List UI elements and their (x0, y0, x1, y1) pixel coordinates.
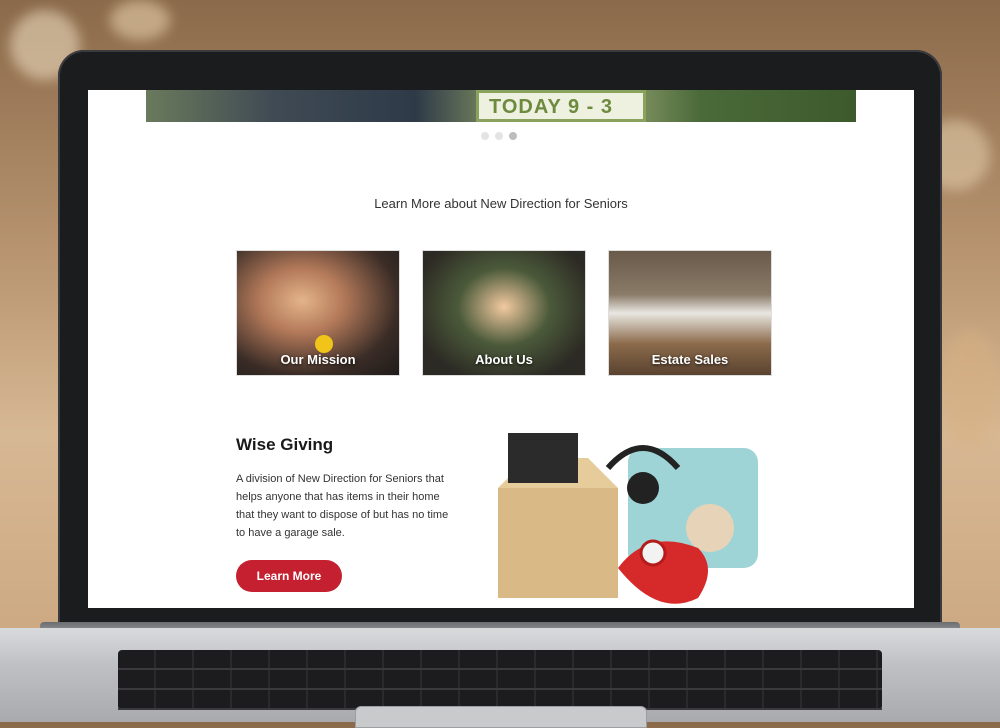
keyboard (118, 650, 882, 710)
wise-giving-description: A division of New Direction for Seniors … (236, 473, 449, 539)
telephone-dial-icon (639, 539, 667, 567)
background-light (940, 330, 1000, 450)
photo-frame-icon (508, 433, 578, 483)
card-label: Our Mission (280, 352, 356, 367)
donation-box-illustration (498, 433, 758, 604)
card-about-us[interactable]: About Us (422, 250, 586, 376)
cardboard-box-icon (498, 488, 618, 598)
carousel-dot[interactable] (495, 132, 503, 140)
hero-sign: TODAY 9 - 3 (476, 90, 646, 122)
wise-giving-title: Wise Giving (236, 435, 334, 454)
card-label: Estate Sales (651, 352, 729, 367)
flower-icon (315, 335, 333, 353)
learn-more-button[interactable]: Learn More (236, 560, 342, 592)
cards-row: Our Mission About Us Estate Sales (236, 250, 772, 376)
card-label: About Us (475, 352, 533, 367)
carousel-dot[interactable] (481, 132, 489, 140)
laptop-screen: TODAY 9 - 3 Learn More about New Directi… (88, 90, 914, 608)
card-estate-sales[interactable]: Estate Sales (608, 250, 772, 376)
trackpad (355, 706, 647, 728)
carousel-dot-active[interactable] (509, 132, 517, 140)
background-light (110, 0, 170, 40)
card-our-mission[interactable]: Our Mission (236, 250, 400, 376)
hero-banner: TODAY 9 - 3 (146, 90, 856, 122)
headphones-icon (627, 472, 659, 504)
section-title: Learn More about New Direction for Senio… (374, 196, 628, 211)
carousel-dots (481, 132, 517, 140)
radio-speaker-icon (686, 504, 734, 552)
